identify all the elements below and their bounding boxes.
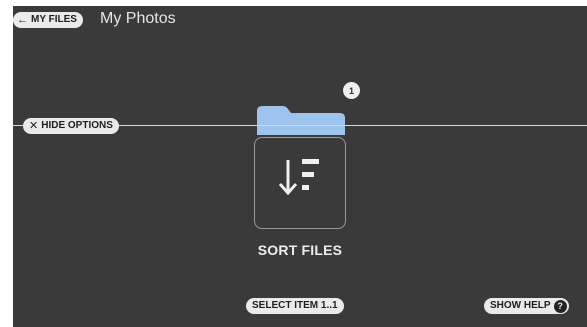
question-icon: ? [553,299,567,313]
show-help-label: SHOW HELP [490,300,551,311]
file-manager-screen: ← MY FILES My Photos 1 ✕ HIDE OPTIONS SO… [13,6,587,327]
sort-files-label: SORT FILES [257,242,343,258]
hide-options-button[interactable]: ✕ HIDE OPTIONS [23,118,119,134]
hide-options-label: HIDE OPTIONS [41,120,113,131]
page-title: My Photos [100,10,176,27]
select-item-button[interactable]: SELECT ITEM 1..1 [246,298,344,314]
arrow-left-icon: ← [17,14,28,26]
select-item-label: SELECT ITEM 1..1 [252,300,338,311]
item-count-badge: 1 [343,82,360,99]
close-icon: ✕ [29,120,39,132]
sort-descending-icon [278,159,319,196]
sort-files-button[interactable] [254,137,346,229]
show-help-button[interactable]: SHOW HELP ? [484,298,569,314]
back-to-my-files-button[interactable]: ← MY FILES [13,12,83,28]
back-button-label: MY FILES [31,14,77,25]
folder-icon[interactable] [257,105,345,135]
